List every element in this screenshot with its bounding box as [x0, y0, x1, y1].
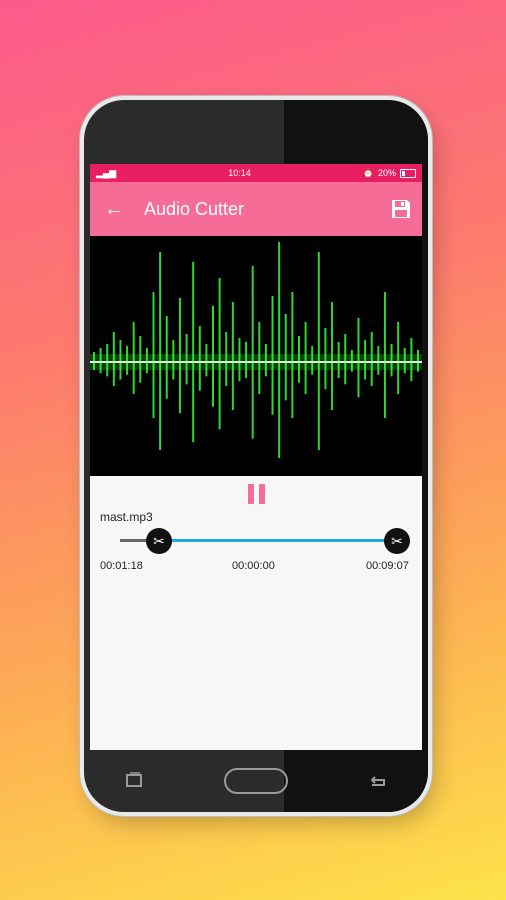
- recent-apps-icon[interactable]: [122, 772, 146, 790]
- scissors-icon: ✂: [391, 532, 403, 549]
- current-time: 00:00:00: [232, 560, 275, 572]
- alarm-icon: ⏰: [362, 167, 374, 178]
- page-title: Audio Cutter: [144, 198, 245, 219]
- home-icon[interactable]: [223, 767, 289, 795]
- end-time: 00:09:07: [366, 560, 409, 572]
- player-controls: mast.mp3 ✂ ✂ 00:01:18 00:00:00 00:09:07: [90, 476, 422, 750]
- save-icon[interactable]: [390, 198, 412, 220]
- pause-bar-left: [248, 484, 254, 504]
- status-time: 10:14: [228, 168, 251, 178]
- waveform-visual: [90, 236, 422, 476]
- battery-icon: [400, 168, 416, 178]
- pause-button[interactable]: [248, 484, 266, 504]
- start-trim-handle[interactable]: ✂: [146, 528, 172, 554]
- file-name: mast.mp3: [100, 510, 153, 524]
- nav-bar: [84, 750, 428, 812]
- status-right: ⏰ 20%: [363, 168, 416, 179]
- back-arrow-icon[interactable]: ←: [104, 198, 144, 221]
- back-icon[interactable]: [366, 772, 390, 790]
- signal-icon: ▂▄▆: [96, 167, 117, 178]
- phone-frame: ▂▄▆ 10:14 ⏰ 20% ← Audio Cutter mast.mp3 …: [84, 100, 428, 812]
- battery-percent: 20%: [377, 168, 396, 178]
- status-bar: ▂▄▆ 10:14 ⏰ 20%: [90, 164, 422, 182]
- app-bar: ← Audio Cutter: [90, 182, 422, 236]
- end-trim-handle[interactable]: ✂: [384, 528, 410, 554]
- screen: ▂▄▆ 10:14 ⏰ 20% ← Audio Cutter mast.mp3 …: [90, 164, 422, 750]
- scissors-icon: ✂: [153, 532, 165, 549]
- start-time: 00:01:18: [100, 560, 143, 572]
- pause-bar-right: [259, 484, 265, 504]
